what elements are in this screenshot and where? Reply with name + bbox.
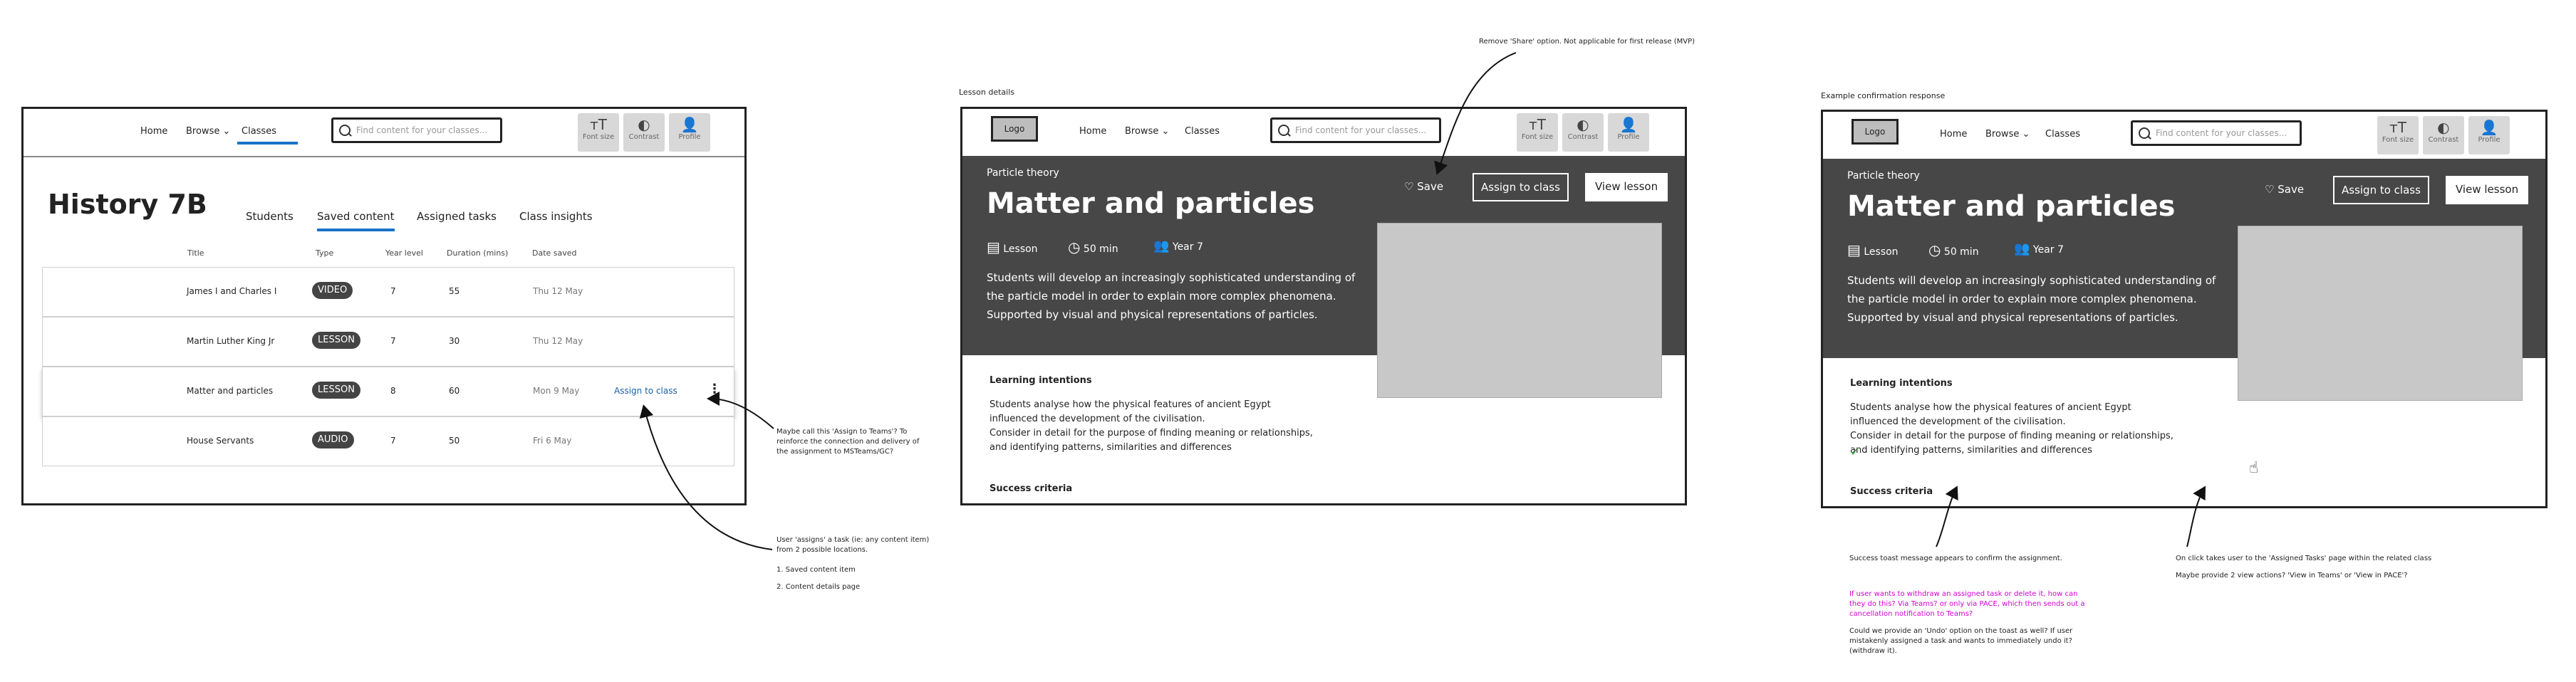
assign-list-item: 1. Saved content item	[777, 566, 856, 574]
annotation-teams: Maybe call this 'Assign to Teams'? To re…	[777, 428, 920, 456]
assign-list-item: 2. Content details page	[777, 583, 861, 591]
annotation-assign-list: 1. Saved content item 2. Content details…	[777, 565, 933, 592]
annotation-click: On click takes user to the 'Assigned Tas…	[2176, 555, 2432, 562]
annotation-undo: Could we provide an 'Undo' option on the…	[1849, 627, 2073, 655]
annotation-toast: Success toast message appears to confirm…	[1849, 555, 2062, 562]
annotation-remove-share: Remove 'Share' option. Not applicable fo…	[1479, 38, 1695, 46]
annotation-assign: User 'assigns' a task (ie: any content i…	[777, 536, 930, 554]
arrow-click-note	[2186, 486, 2206, 547]
arrow-remove-share	[1434, 52, 1517, 175]
arrow-teams-note	[707, 392, 774, 429]
arrow-toast-note	[1936, 486, 1958, 547]
annotation-view-actions: Maybe provide 2 view actions? 'View in T…	[2176, 572, 2408, 579]
arrow-assign-note	[639, 404, 773, 550]
annotation-withdraw: If user wants to withdraw an assigned ta…	[1849, 590, 2085, 618]
